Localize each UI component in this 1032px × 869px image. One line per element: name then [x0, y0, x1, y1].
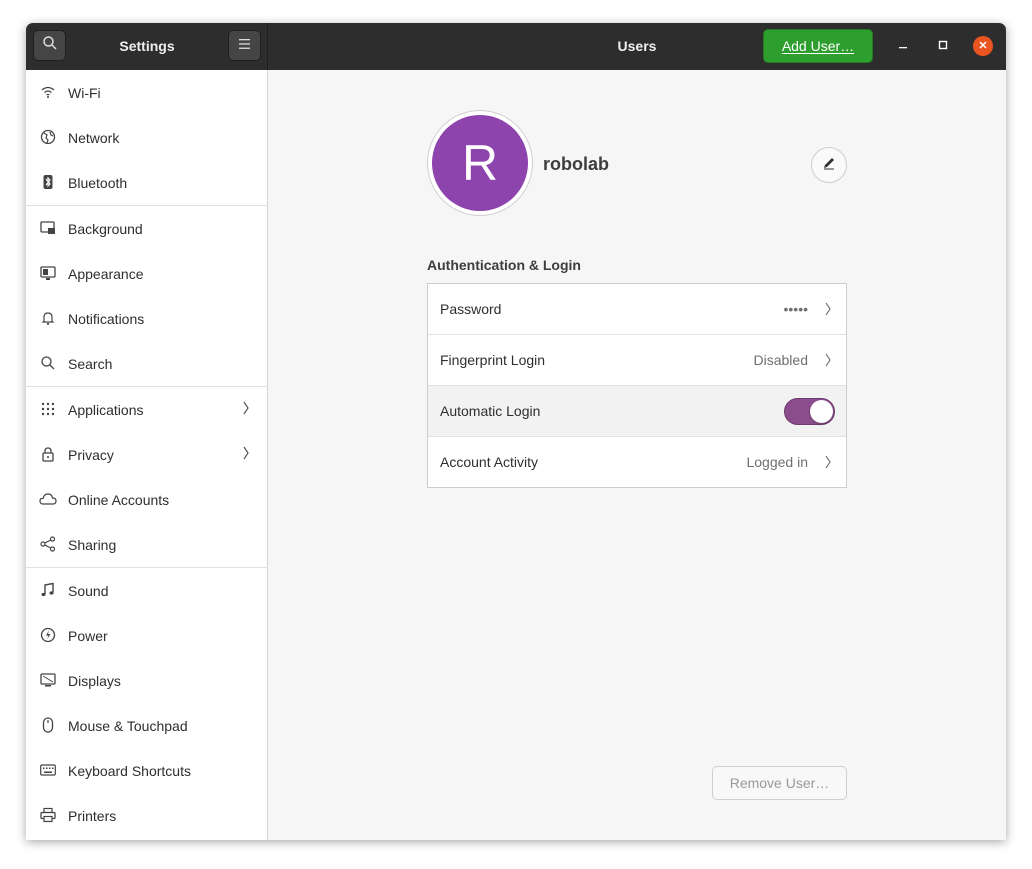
sidebar-item-power[interactable]: Power: [26, 613, 268, 658]
auth-section-title: Authentication & Login: [427, 257, 581, 273]
sidebar-item-label: Sharing: [68, 537, 117, 553]
sidebar-item-label: Keyboard Shortcuts: [68, 763, 191, 779]
sidebar-item-label: Displays: [68, 673, 121, 689]
sidebar-item-sound[interactable]: Sound: [26, 568, 268, 613]
settings-window: Settings Users Add User… Wi-Fi Network B…: [26, 23, 1006, 840]
sidebar-item-sharing[interactable]: Sharing: [26, 522, 268, 567]
password-value: •••••: [783, 301, 808, 317]
add-user-button[interactable]: Add User…: [763, 29, 873, 63]
app-grid-icon: [39, 400, 57, 418]
sidebar-item-label: Appearance: [68, 266, 144, 282]
chevron-right-icon: [242, 445, 250, 464]
sidebar-item-network[interactable]: Network: [26, 115, 268, 160]
pencil-icon: [821, 155, 837, 176]
minimize-button[interactable]: [893, 36, 913, 56]
fingerprint-login-label: Fingerprint Login: [440, 352, 546, 368]
remove-user-button[interactable]: Remove User…: [712, 766, 847, 800]
hamburger-menu-icon: [238, 37, 252, 55]
sidebar-item-label: Online Accounts: [68, 492, 170, 508]
add-user-label: Add User…: [781, 38, 855, 54]
sidebar-item-label: Network: [68, 130, 120, 146]
mouse-icon: [39, 716, 57, 734]
chevron-right-icon: [242, 400, 250, 419]
sidebar-item-label: Background: [68, 221, 143, 237]
sidebar-item-label: Bluetooth: [68, 175, 128, 191]
edit-name-button[interactable]: [811, 147, 847, 183]
sidebar-header: Settings: [26, 23, 268, 70]
account-activity-row[interactable]: Account Activity Logged in: [428, 437, 846, 488]
close-icon: [978, 37, 988, 55]
sidebar-item-applications[interactable]: Applications: [26, 387, 268, 432]
password-label: Password: [440, 301, 502, 317]
cloud-icon: [39, 490, 57, 508]
sidebar-item-background[interactable]: Background: [26, 206, 268, 251]
bluetooth-icon: [39, 173, 57, 191]
sidebar-item-label: Mouse & Touchpad: [68, 718, 188, 734]
chevron-right-icon: [824, 352, 832, 371]
keyboard-icon: [39, 761, 57, 779]
bell-icon: [39, 309, 57, 327]
sidebar-item-label: Sound: [68, 583, 109, 599]
sidebar-item-label: Search: [68, 356, 113, 372]
sidebar-item-label: Applications: [68, 402, 144, 418]
sidebar-item-label: Power: [68, 628, 108, 644]
maximize-button[interactable]: [933, 36, 953, 56]
toggle-knob: [810, 400, 833, 423]
sidebar-item-bluetooth[interactable]: Bluetooth: [26, 160, 268, 205]
close-button[interactable]: [973, 36, 993, 56]
account-activity-value: Logged in: [746, 454, 808, 470]
chevron-right-icon: [824, 454, 832, 473]
music-note-icon: [39, 581, 57, 599]
sidebar-item-privacy[interactable]: Privacy: [26, 432, 268, 477]
sidebar: Wi-Fi Network Bluetooth Background Appea…: [26, 70, 268, 840]
share-icon: [39, 535, 57, 553]
sidebar-item-label: Wi-Fi: [68, 85, 101, 101]
sidebar-item-label: Privacy: [68, 447, 114, 463]
sidebar-item-label: Notifications: [68, 311, 145, 327]
sidebar-item-appearance[interactable]: Appearance: [26, 251, 268, 296]
avatar-button[interactable]: R: [427, 110, 533, 216]
remove-user-label: Remove User…: [729, 775, 830, 791]
password-row[interactable]: Password •••••: [428, 284, 846, 335]
sidebar-item-label: Printers: [68, 808, 117, 824]
minimize-icon: [898, 37, 908, 55]
printer-icon: [39, 806, 57, 824]
avatar-letter: R: [461, 135, 499, 191]
automatic-login-row[interactable]: Automatic Login: [428, 386, 846, 437]
power-icon: [39, 626, 57, 644]
sidebar-item-online-accounts[interactable]: Online Accounts: [26, 477, 268, 522]
sidebar-item-printers[interactable]: Printers: [26, 793, 268, 838]
sidebar-item-notifications[interactable]: Notifications: [26, 296, 268, 341]
lock-icon: [39, 445, 57, 463]
background-icon: [39, 219, 57, 237]
automatic-login-label: Automatic Login: [440, 403, 541, 419]
sidebar-item-search[interactable]: Search: [26, 341, 268, 386]
network-globe-icon: [39, 128, 57, 146]
sidebar-item-displays[interactable]: Displays: [26, 658, 268, 703]
chevron-right-icon: [824, 301, 832, 320]
avatar: R: [432, 115, 528, 211]
sidebar-item-wifi[interactable]: Wi-Fi: [26, 70, 268, 115]
header-bar: Settings Users Add User…: [26, 23, 1006, 70]
sidebar-item-mouse-touchpad[interactable]: Mouse & Touchpad: [26, 703, 268, 748]
auth-list: Password ••••• Fingerprint Login Disable…: [427, 283, 847, 488]
wifi-icon: [39, 83, 57, 101]
users-panel: R robolab Authentication & Login Passwor…: [269, 70, 1006, 840]
fingerprint-login-row[interactable]: Fingerprint Login Disabled: [428, 335, 846, 386]
appearance-icon: [39, 264, 57, 282]
display-icon: [39, 671, 57, 689]
user-name: robolab: [543, 154, 609, 174]
account-activity-label: Account Activity: [440, 454, 539, 470]
menu-button[interactable]: [228, 30, 261, 61]
maximize-icon: [938, 37, 948, 55]
fingerprint-login-value: Disabled: [753, 352, 808, 368]
automatic-login-toggle[interactable]: [784, 398, 835, 425]
search-icon: [39, 354, 57, 372]
sidebar-item-keyboard-shortcuts[interactable]: Keyboard Shortcuts: [26, 748, 268, 793]
